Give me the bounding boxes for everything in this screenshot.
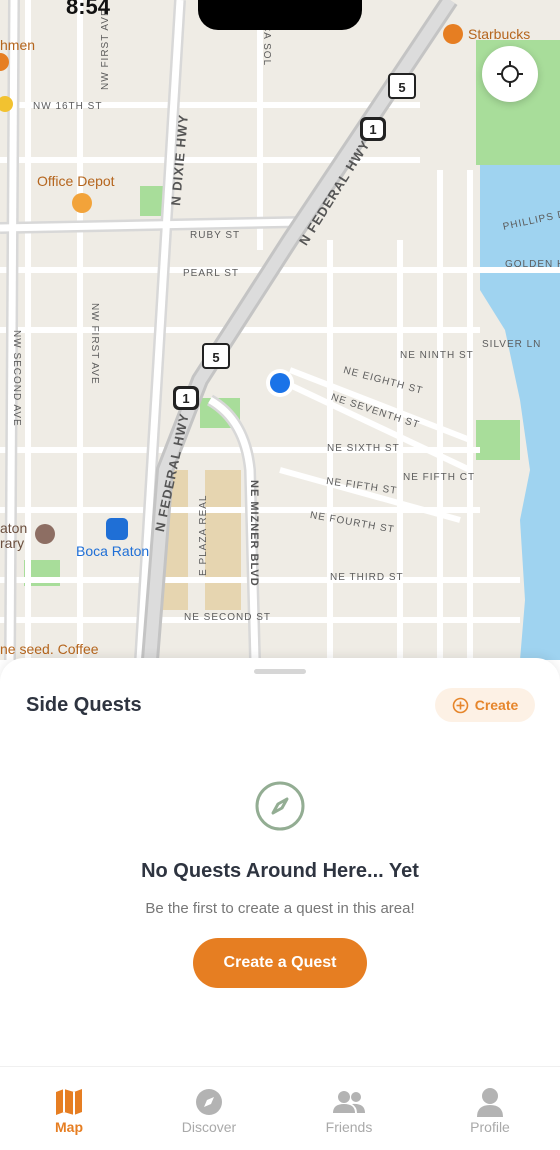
empty-state-subtitle: Be the first to create a quest in this a… (145, 900, 415, 917)
crosshair-icon (497, 61, 523, 87)
street-label: RUBY ST (190, 230, 241, 241)
tab-friends-label: Friends (325, 1119, 373, 1135)
street-label: NE MIZNER BLVD (248, 480, 260, 587)
street-label: NE THIRD ST (330, 572, 404, 583)
tab-profile-label: Profile (470, 1119, 510, 1135)
train-station-marker[interactable] (106, 518, 128, 540)
street-label: PEARL ST (183, 268, 239, 279)
create-button-label: Create (474, 697, 519, 713)
park-area (476, 420, 520, 460)
poi-seed-coffee-label[interactable]: ne seed. Coffee (0, 641, 99, 657)
street-label: NE SIXTH ST (327, 443, 400, 454)
svg-text:5: 5 (212, 350, 219, 365)
sheet-drag-handle[interactable] (254, 669, 306, 674)
street-label: NW FIRST AVE (89, 303, 100, 385)
poi-boca-raton-label[interactable]: Boca Raton (76, 543, 149, 559)
create-quest-button[interactable]: Create a Quest (193, 938, 367, 988)
route-shield: 5 (202, 343, 230, 369)
street-label: CA SOL (261, 24, 272, 67)
tab-map-label: Map (55, 1119, 83, 1135)
compass-icon (196, 1089, 222, 1115)
library-marker[interactable] (35, 524, 55, 544)
park-area (140, 186, 164, 216)
street-label: GOLDEN H (505, 259, 560, 270)
compass-icon (255, 781, 305, 831)
svg-text:5: 5 (398, 80, 405, 95)
poi-rary-label[interactable]: rary (0, 535, 24, 551)
starbucks-marker[interactable] (443, 24, 463, 44)
street-label: SILVER LN (482, 339, 542, 350)
user-location-dot (270, 373, 290, 393)
poi-office-depot-label[interactable]: Office Depot (37, 173, 115, 189)
street-label: NE NINTH ST (400, 350, 474, 361)
route-shield: 5 (388, 73, 416, 99)
poi-hmen-label[interactable]: hmen (0, 37, 35, 53)
sheet-title: Side Quests (26, 694, 142, 716)
tab-profile[interactable]: Profile (440, 1085, 540, 1135)
route-shield: 1 (360, 117, 386, 141)
plus-circle-icon (452, 697, 469, 713)
poi-aton-label[interactable]: aton (0, 520, 27, 536)
empty-state-title: No Quests Around Here... Yet (141, 860, 419, 882)
building-block (205, 470, 241, 610)
create-button[interactable]: Create (435, 688, 535, 722)
tab-discover-label: Discover (181, 1119, 237, 1135)
street-label: NW SECOND AVE (11, 330, 22, 427)
waterway (480, 165, 560, 660)
map-canvas[interactable]: 5 1 5 1 (0, 0, 560, 660)
street-label: NE FIFTH CT (403, 472, 476, 483)
svg-text:1: 1 (369, 122, 376, 137)
locate-me-button[interactable] (482, 46, 538, 102)
device-notch (198, 0, 362, 30)
map-view[interactable]: 5 1 5 1 Starbucks Office Depot Boca Rato… (0, 0, 560, 660)
svg-text:1: 1 (182, 391, 189, 406)
status-bar: 8:54 (0, 0, 560, 30)
route-shield: 1 (173, 386, 199, 410)
tab-friends[interactable]: Friends (299, 1085, 399, 1135)
friends-icon (333, 1091, 365, 1113)
map-icon (56, 1089, 82, 1115)
street-label: NW 16TH ST (33, 101, 103, 112)
office-depot-marker[interactable] (72, 193, 92, 213)
tab-discover[interactable]: Discover (159, 1085, 259, 1135)
profile-icon (477, 1088, 503, 1117)
street-label: E PLAZA REAL (198, 494, 209, 576)
street-label: NE SECOND ST (184, 612, 272, 623)
tab-map[interactable]: Map (19, 1085, 119, 1135)
status-time: 8:54 (66, 0, 111, 19)
poi-starbucks-label[interactable]: Starbucks (468, 26, 530, 42)
tab-bar: Map Discover Friends Profile (0, 1066, 560, 1150)
